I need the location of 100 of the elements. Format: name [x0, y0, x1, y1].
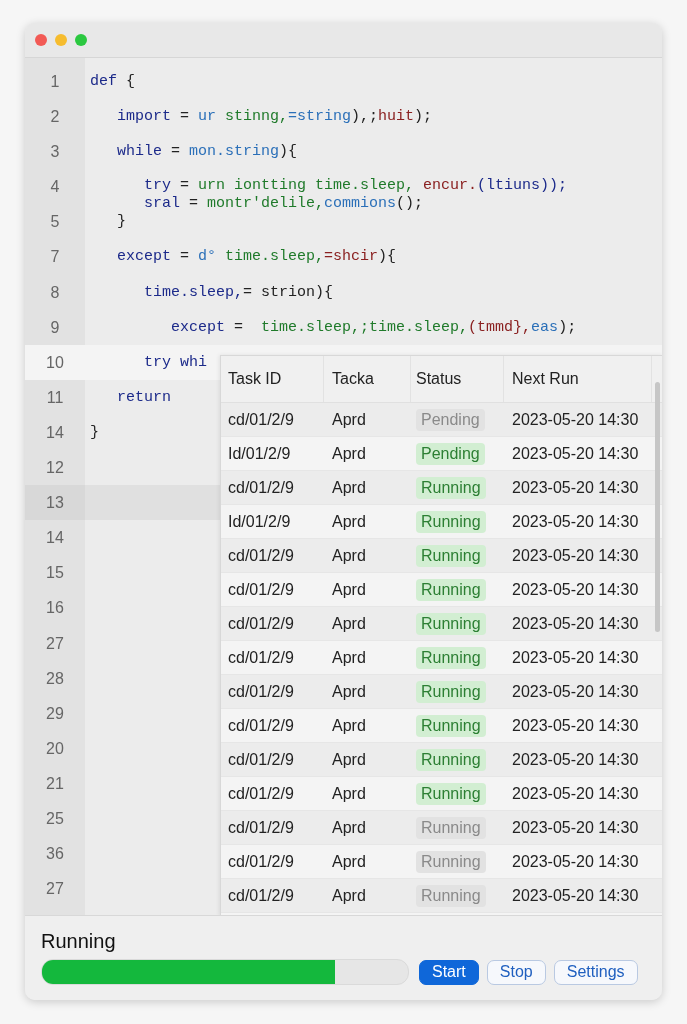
status-badge: Running [416, 612, 486, 635]
line-number: 36 [45, 844, 65, 865]
status-badge: Running [416, 782, 486, 805]
action-button[interactable]: Stop [486, 959, 546, 985]
status-badge: Running [416, 748, 486, 771]
line-number: 2 [49, 107, 61, 128]
status-badge: Running [416, 816, 486, 839]
table-cell-text: Aprd [331, 886, 367, 905]
table-cell-text: cd/01/2/9 [227, 648, 295, 667]
code-line: import = ur stinng,=string),;huit); [116, 107, 433, 128]
table-cell-text: Aprd [331, 546, 367, 565]
table-cell-text: 2023-05-20 14:30 [511, 784, 640, 803]
line-number: 20 [45, 738, 65, 759]
table-cell-text: cd/01/2/9 [227, 818, 295, 837]
line-number: 29 [45, 703, 65, 724]
table-cell-text: Aprd [331, 410, 367, 429]
code-line: } [90, 422, 99, 443]
table-cell-text: cd/01/2/9 [227, 784, 295, 803]
table-cell-text: Aprd [331, 716, 367, 735]
table-cell-text: cd/01/2/9 [227, 410, 295, 429]
table-cell-text: cd/01/2/9 [227, 750, 295, 769]
table-row[interactable]: cd/01/2/9 Aprd Running 2023-05-20 14:30 [221, 743, 662, 777]
table-cell-text: 2023-05-20 14:30 [511, 444, 640, 463]
table-cell-text: cd/01/2/9 [227, 580, 295, 599]
close-button[interactable] [35, 34, 47, 46]
table-row[interactable]: cd/01/2/9 Aprd Running 2023-05-20 14:30 [221, 675, 662, 709]
table-cell-text: 2023-05-20 14:30 [511, 614, 640, 633]
table-row[interactable]: cd/01/2/9 Aprd Running 2023-05-20 14:30 [221, 539, 662, 573]
table-cell-text: Aprd [331, 682, 367, 701]
status-badge: Running [416, 476, 486, 499]
line-number: 8 [49, 282, 61, 303]
line-number: 16 [45, 598, 65, 619]
table-cell-text: Aprd [331, 784, 367, 803]
code-line: while = mon.string){ [116, 142, 298, 163]
table-cell-text: 2023-05-20 14:30 [511, 648, 640, 667]
column-header[interactable]: Status [411, 356, 504, 402]
status-badge: Running [416, 646, 486, 669]
code-line: } [116, 212, 126, 233]
code-line: try whi [143, 352, 208, 373]
table-row[interactable]: cd/01/2/9 Aprd Running 2023-05-20 14:30 [221, 811, 662, 845]
line-number: 1 [49, 72, 61, 92]
line-number: 15 [45, 563, 65, 584]
table-cell-text: Aprd [331, 648, 367, 667]
table-cell-text: 2023-05-20 14:30 [511, 716, 640, 735]
status-badge: Running [416, 714, 486, 737]
table-cell-text: 2023-05-20 14:30 [511, 852, 640, 871]
table-cell-text: Aprd [331, 818, 367, 837]
line-number: 28 [45, 668, 65, 689]
table-row[interactable]: cd/01/2/9 Aprd Running 2023-05-20 14:30 [221, 607, 662, 641]
status-badge: Pending [416, 408, 485, 431]
table-cell-text: Id/01/2/9 [227, 444, 292, 463]
table-cell-text: 2023-05-20 14:30 [511, 886, 640, 905]
code-line: except = d° time.sleep,=shcir){ [116, 247, 397, 268]
line-number: 9 [49, 317, 61, 338]
table-cell-text: 2023-05-20 14:30 [511, 512, 640, 531]
action-button[interactable]: Start [419, 959, 479, 985]
line-number: 4 [49, 177, 61, 198]
table-row[interactable]: cd/01/2/9 Aprd Running 2023-05-20 14:30 [221, 879, 662, 913]
table-cell-text: Id/01/2/9 [227, 512, 292, 531]
table-cell-text: Aprd [331, 478, 367, 497]
column-header[interactable]: Next Run [504, 356, 652, 402]
line-number: 11 [45, 387, 65, 408]
table-cell-text: cd/01/2/9 [227, 682, 295, 701]
table-row[interactable]: cd/01/2/9 Aprd Pending 2023-05-20 14:30 [221, 403, 662, 437]
scrollbar[interactable] [655, 382, 660, 632]
table-row[interactable]: cd/01/2/9 Aprd Running 2023-05-20 14:30 [221, 471, 662, 505]
table-cell-text: Aprd [331, 512, 367, 531]
table-cell-text: Aprd [331, 444, 367, 463]
table-cell-text: 2023-05-20 14:30 [511, 682, 640, 701]
column-header[interactable]: Tackа [324, 356, 411, 402]
table-cell-text: cd/01/2/9 [227, 546, 295, 565]
code-line: except = time.sleep,;time.sleep,(tmmd},eas); [170, 317, 577, 338]
code-line: time.sleep,= strion){ [143, 282, 334, 303]
status-badge: Running [416, 884, 486, 907]
column-header[interactable]: Task ID [221, 356, 324, 402]
code-line: try = urn iontting time.sleep, encur.(ltiuns)); [143, 177, 568, 196]
table-cell-text: 2023-05-20 14:30 [511, 546, 640, 565]
table-cell-text: cd/01/2/9 [227, 852, 295, 871]
code-line: sral = montr'delile,commions(); [143, 195, 424, 214]
action-button[interactable]: Settings [553, 959, 638, 985]
status-badge: Running [416, 680, 486, 703]
line-number: 13 [25, 485, 85, 521]
minimize-button[interactable] [55, 34, 67, 46]
table-cell-text: Aprd [331, 750, 367, 769]
code-line: return [116, 387, 171, 408]
table-cell-text: cd/01/2/9 [227, 478, 295, 497]
table-cell-text: Aprd [331, 580, 367, 599]
zoom-button[interactable] [75, 34, 87, 46]
table-cell-text: 2023-05-20 14:30 [511, 478, 640, 497]
line-number: 25 [45, 808, 65, 829]
status-badge: Running [416, 544, 486, 567]
status-label: Running [41, 930, 117, 953]
status-badge: Running [416, 578, 486, 601]
line-number: 3 [49, 142, 61, 163]
line-number: 21 [45, 773, 65, 794]
table-cell-text: Aprd [331, 852, 367, 871]
status-badge: Running [416, 850, 486, 873]
table-cell-text: cd/01/2/9 [227, 614, 295, 633]
line-number: 12 [45, 458, 65, 479]
table-cell-text: Aprd [331, 614, 367, 633]
